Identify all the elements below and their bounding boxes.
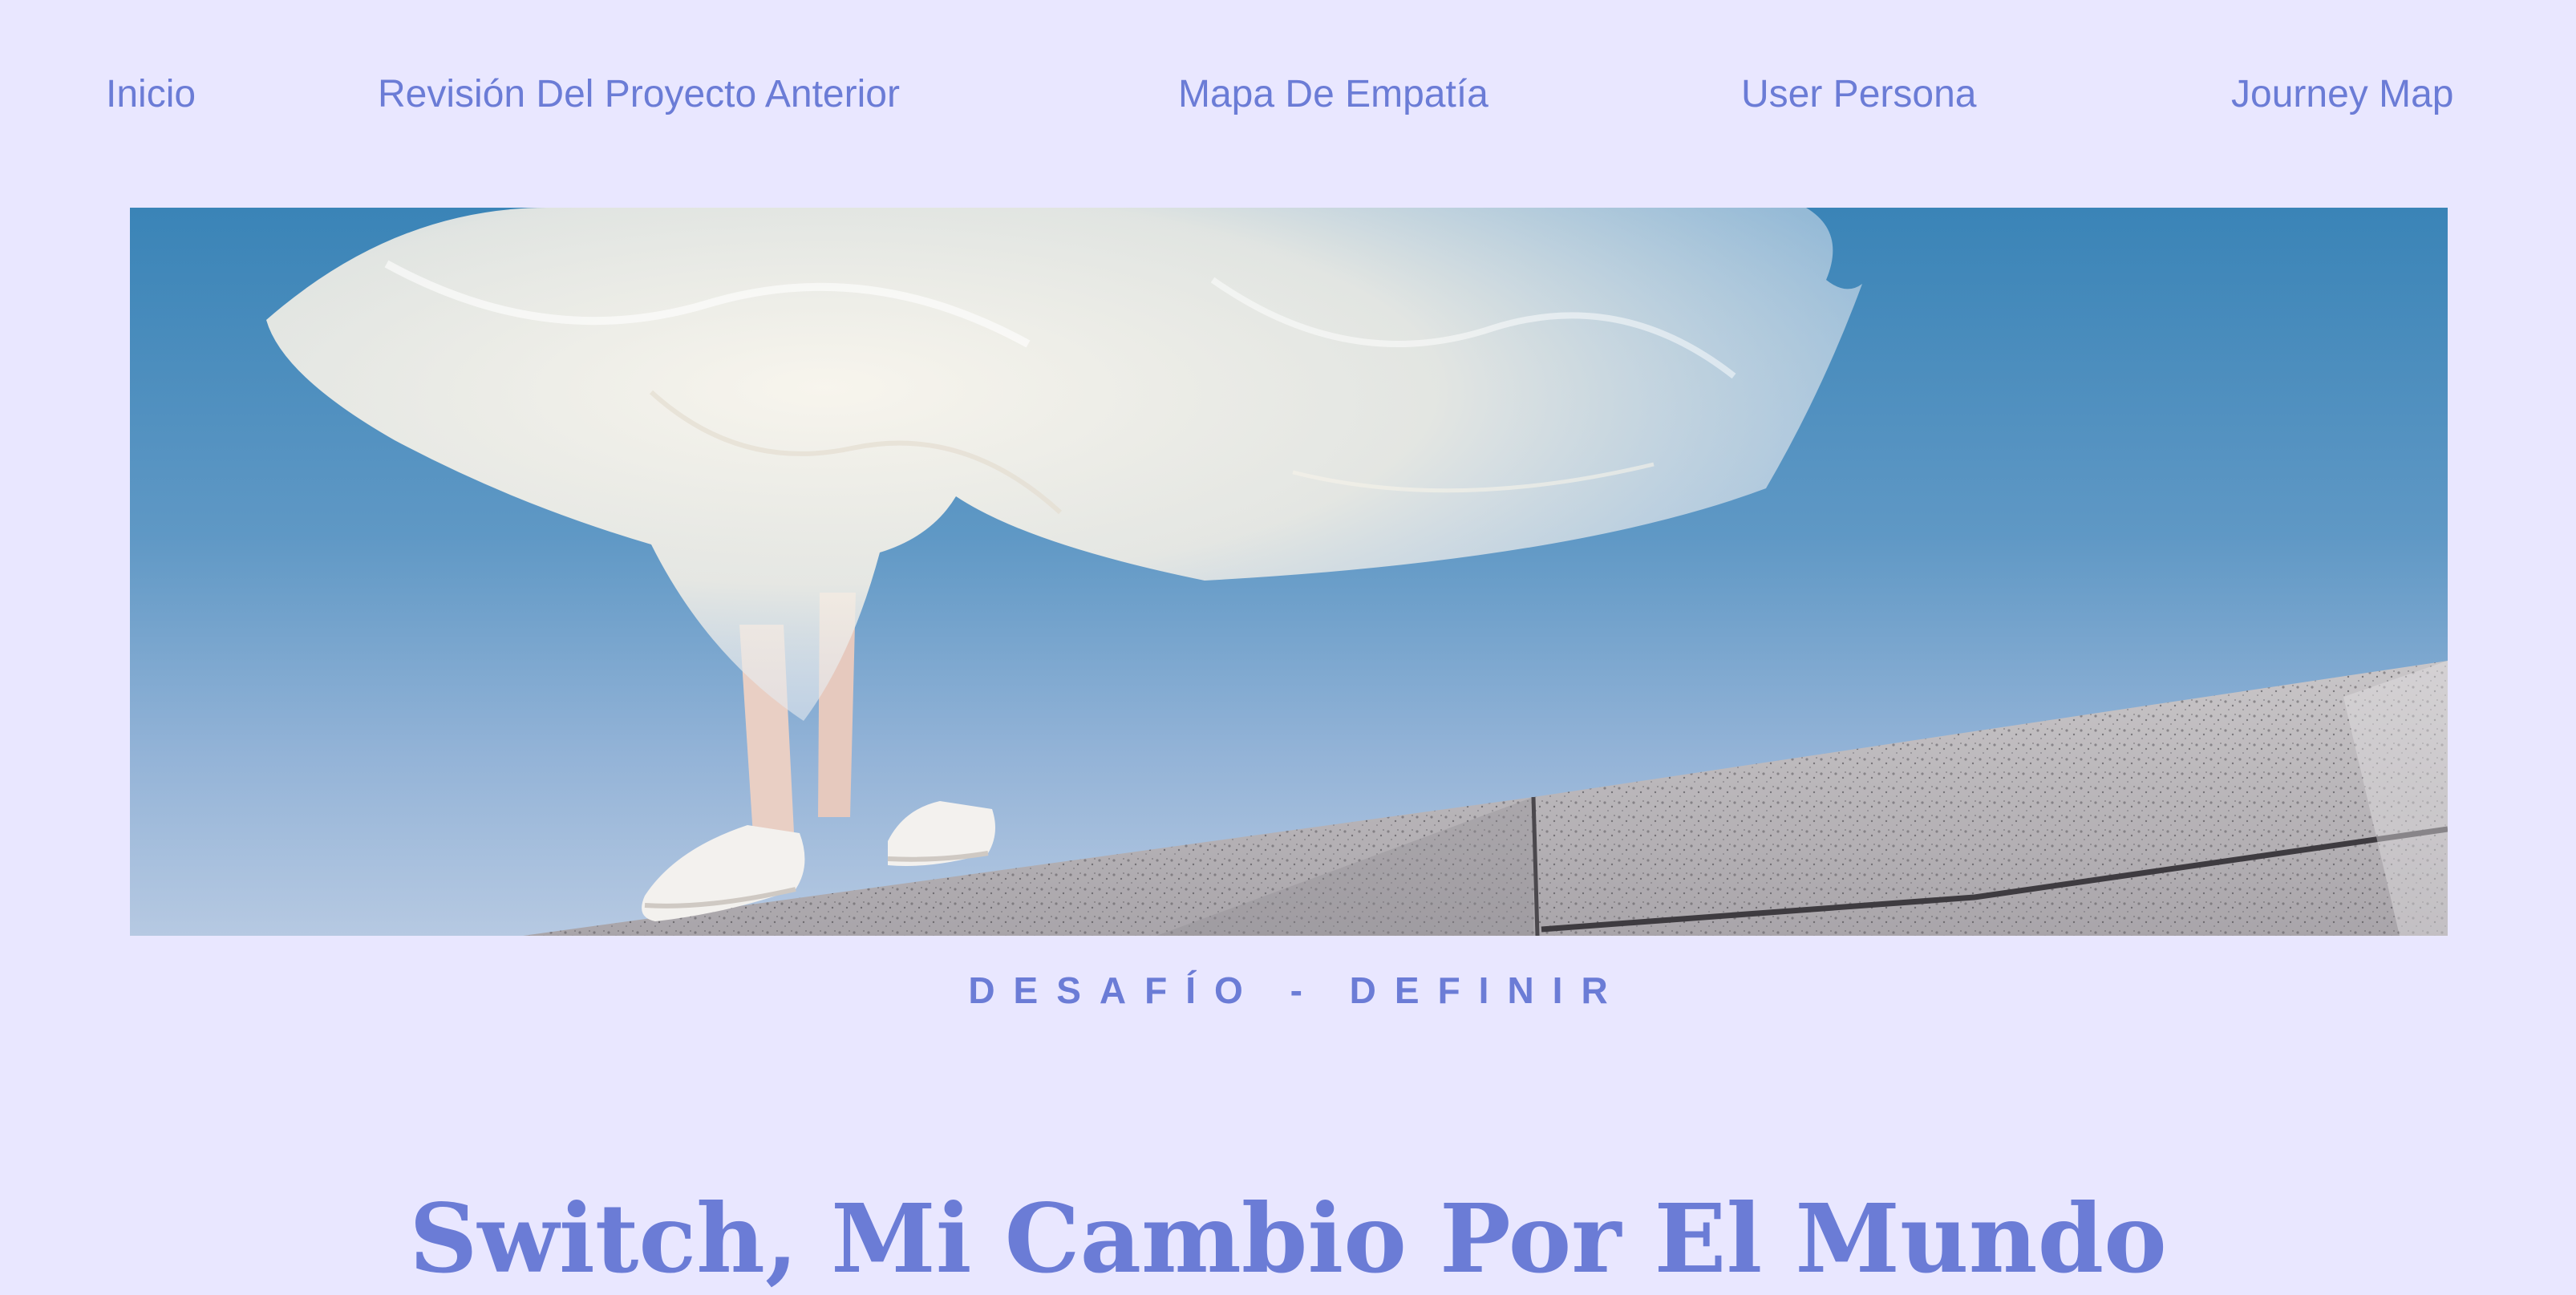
hero-image <box>130 208 2448 936</box>
top-navigation: Inicio Revisión Del Proyecto Anterior Ma… <box>0 0 2576 192</box>
nav-link-journey-map[interactable]: Journey Map <box>2231 69 2453 120</box>
nav-link-inicio[interactable]: Inicio <box>106 69 196 120</box>
nav-link-user-persona[interactable]: User Persona <box>1741 69 1976 120</box>
nav-link-revision-proyecto-anterior[interactable]: Revisión Del Proyecto Anterior <box>378 69 900 120</box>
section-eyebrow: DESAFÍO - DEFINIR <box>968 969 1626 1011</box>
hero-photo-illustration <box>130 208 2448 936</box>
nav-link-mapa-de-empatia[interactable]: Mapa De Empatía <box>1178 69 1488 120</box>
page-title: Switch, Mi Cambio Por El Mundo <box>409 1183 2167 1295</box>
